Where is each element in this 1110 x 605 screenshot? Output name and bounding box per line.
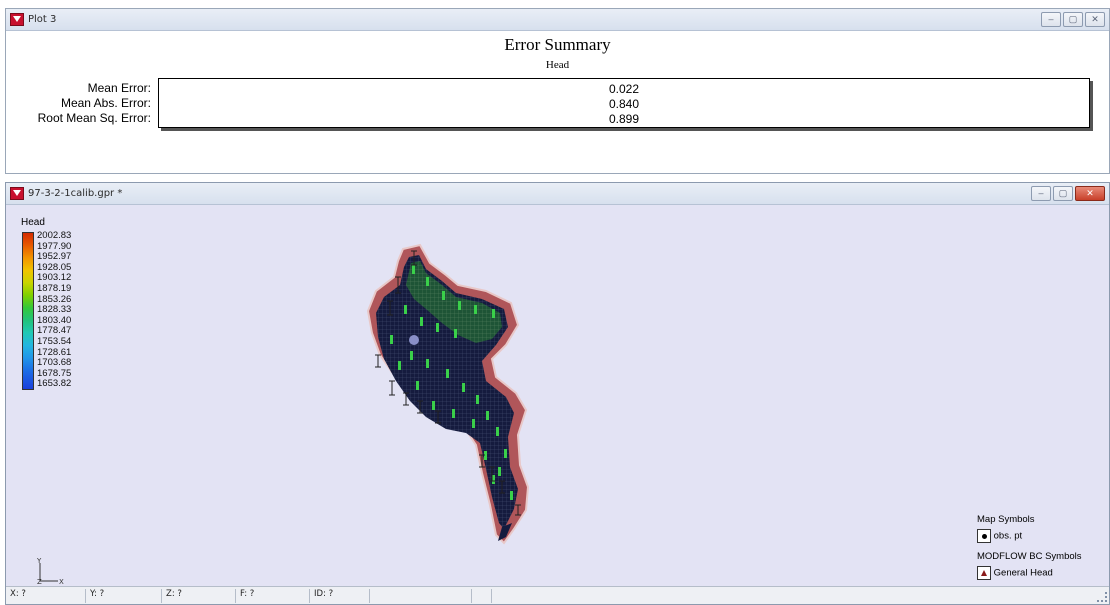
residual-bar [474, 305, 477, 314]
status-field-7 [474, 589, 492, 603]
obs-point-marker[interactable] [409, 335, 419, 345]
calibration-target-whisker [389, 380, 395, 396]
residual-bar [420, 317, 423, 326]
map-titlebar[interactable]: 97-3-2-1calib.gpr * – ▢ ✕ [6, 183, 1109, 205]
plot-body: Error Summary Head Mean Error: Mean Abs.… [6, 31, 1109, 173]
residual-bar [404, 305, 407, 314]
general-head-label: General Head [993, 567, 1053, 579]
mean-abs-error-label: Mean Abs. Error: [60, 96, 151, 110]
mean-error-label: Mean Error: [87, 81, 151, 95]
map-viewport[interactable]: Head 2002.83 1977.90 1952.97 1928.05 1903.12… [6, 205, 1109, 586]
map-window-controls: – ▢ ✕ [1031, 186, 1105, 201]
error-values-box: 0.022 0.840 0.899 [158, 78, 1090, 128]
close-button[interactable]: ✕ [1085, 12, 1105, 27]
error-summary-title: Error Summary [504, 35, 611, 54]
residual-bar [510, 491, 513, 500]
plot-window-controls: – ▢ ✕ [1041, 12, 1105, 27]
status-bar: X: ? Y: ? Z: ? F: ? ID: ? [6, 586, 1109, 604]
residual-bar [416, 381, 419, 390]
map-window: 97-3-2-1calib.gpr * – ▢ ✕ Head 2002.83 19… [5, 182, 1110, 605]
status-f: F: ? [238, 589, 310, 603]
residual-bar [412, 265, 415, 274]
close-button[interactable]: ✕ [1075, 186, 1105, 201]
status-id: ID: ? [312, 589, 370, 603]
status-z: Z: ? [164, 589, 236, 603]
residual-bar [442, 291, 445, 300]
bc-symbols-title: MODFLOW BC Symbols [977, 551, 1082, 562]
residual-bar [454, 329, 457, 338]
rms-error-value: 0.899 [608, 112, 640, 126]
residual-bar [458, 301, 461, 310]
residual-bar [498, 467, 501, 476]
residual-bar [492, 309, 495, 318]
minimize-button[interactable]: – [1031, 186, 1051, 201]
mean-error-value: 0.022 [608, 82, 640, 96]
residual-bar [486, 411, 489, 420]
residual-bar [436, 323, 439, 332]
mean-abs-error-value: 0.840 [608, 97, 640, 111]
residual-bar [398, 361, 401, 370]
error-summary-subtitle: Head [545, 59, 570, 71]
residual-bar [426, 359, 429, 368]
obs-pt-entry: obs. pt [977, 529, 1082, 543]
status-x: X: ? [8, 589, 86, 603]
residual-bar [476, 395, 479, 404]
residual-bar [446, 369, 449, 378]
plot-titlebar[interactable]: Plot 3 – ▢ ✕ [6, 9, 1109, 31]
map-symbols-legend: Map Symbols obs. pt MODFLOW BC Symbols G… [977, 514, 1082, 580]
axis-y-label: Y [36, 557, 42, 565]
plot-window-title: Plot 3 [28, 14, 57, 25]
gms-app-icon[interactable] [10, 13, 24, 26]
resize-grip-icon[interactable] [1097, 592, 1107, 602]
residual-bar [462, 383, 465, 392]
error-labels: Mean Error: Mean Abs. Error: Root Mean S… [6, 81, 151, 126]
general-head-icon [977, 566, 991, 580]
axis-x-label: X [59, 578, 64, 585]
axis-triad-icon: Y X Z [36, 557, 64, 585]
map-window-title: 97-3-2-1calib.gpr * [28, 188, 123, 199]
axis-z-label: Z [37, 578, 42, 585]
residual-bar [496, 427, 499, 436]
residual-bar [504, 449, 507, 458]
plot-window: Plot 3 – ▢ ✕ Error Summary Head Mean Err… [5, 8, 1110, 174]
residual-bar [472, 419, 475, 428]
residual-bar [426, 277, 429, 286]
residual-bar [452, 409, 455, 418]
status-field-8 [494, 589, 1094, 603]
status-y: Y: ? [88, 589, 162, 603]
residual-bar [410, 351, 413, 360]
general-head-entry: General Head [977, 566, 1082, 580]
status-field-6 [372, 589, 472, 603]
minimize-button[interactable]: – [1041, 12, 1061, 27]
maximize-button[interactable]: ▢ [1053, 186, 1073, 201]
rms-error-label: Root Mean Sq. Error: [37, 111, 151, 125]
residual-bar [432, 401, 435, 410]
residual-bar [390, 335, 393, 344]
model-domain-map[interactable] [6, 205, 1109, 586]
obs-pt-label: obs. pt [993, 530, 1023, 542]
obs-pt-icon [977, 529, 991, 543]
maximize-button[interactable]: ▢ [1063, 12, 1083, 27]
map-symbols-title: Map Symbols [977, 514, 1035, 525]
gms-app-icon[interactable] [10, 187, 24, 200]
error-values: 0.022 0.840 0.899 [159, 82, 1089, 127]
